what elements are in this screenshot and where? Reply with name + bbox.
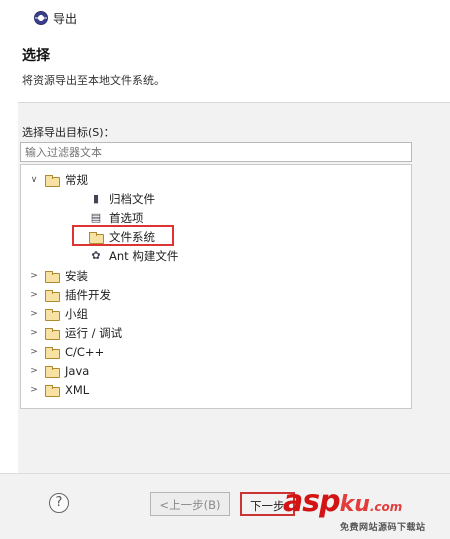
tree-item-label: 常规 <box>65 173 88 187</box>
tree-item-cpp[interactable]: > C/C++ <box>29 343 104 361</box>
chevron-right-icon[interactable]: > <box>29 347 39 357</box>
tree-item-plugin-dev[interactable]: > 插件开发 <box>29 286 111 304</box>
wizard-title: 选择 <box>22 48 50 64</box>
chevron-right-icon[interactable]: > <box>29 271 39 281</box>
folder-icon <box>45 385 60 397</box>
tree-item-ant[interactable]: ✿ Ant 构建文件 <box>89 247 178 265</box>
ant-icon: ✿ <box>91 249 101 262</box>
selection-highlight-box <box>72 225 174 246</box>
watermark-logo: aspku.com <box>283 484 402 519</box>
export-target-tree[interactable]: ∨ 常规 ▮ 归档文件 ▤ 首选项 文件系统 ✿ Ant 构建文件 > 安装 >… <box>20 164 412 409</box>
tree-item-java[interactable]: > Java <box>29 362 89 380</box>
eclipse-icon <box>34 11 48 25</box>
folder-icon <box>45 366 60 378</box>
tree-item-label: Ant 构建文件 <box>109 249 179 263</box>
tree-item-label: 安装 <box>65 269 88 283</box>
export-target-label: 选择导出目标(S)： <box>22 126 115 139</box>
tree-item-label: 运行 / 调试 <box>65 326 123 340</box>
chevron-right-icon[interactable]: > <box>29 366 39 376</box>
title-bar: 导出 <box>0 0 450 42</box>
folder-icon <box>45 290 60 302</box>
chevron-down-icon[interactable]: ∨ <box>29 175 39 185</box>
chevron-right-icon[interactable]: > <box>29 309 39 319</box>
tree-item-label: 插件开发 <box>65 288 111 302</box>
folder-icon <box>45 328 60 340</box>
tree-item-label: 小组 <box>65 307 88 321</box>
tree-item-xml[interactable]: > XML <box>29 381 89 399</box>
preferences-icon: ▤ <box>90 211 102 224</box>
folder-icon <box>45 175 60 187</box>
tree-item-install[interactable]: > 安装 <box>29 267 88 285</box>
tree-item-archive[interactable]: ▮ 归档文件 <box>89 190 155 208</box>
chevron-right-icon[interactable]: > <box>29 385 39 395</box>
window-title: 导出 <box>53 12 78 26</box>
help-icon[interactable]: ? <box>49 493 69 513</box>
chevron-right-icon[interactable]: > <box>29 290 39 300</box>
tree-item-label: 归档文件 <box>109 192 155 206</box>
watermark-tail: .com <box>369 500 403 514</box>
tree-item-run-debug[interactable]: > 运行 / 调试 <box>29 324 122 342</box>
wizard-description: 将资源导出至本地文件系统。 <box>22 74 165 87</box>
watermark-asp: asp <box>283 484 341 519</box>
watermark-subtitle: 免费网站源码下载站 <box>340 523 426 533</box>
back-button[interactable]: <上一步(B) <box>150 492 230 516</box>
chevron-right-icon[interactable]: > <box>29 328 39 338</box>
tree-item-team[interactable]: > 小组 <box>29 305 88 323</box>
watermark-ku: ku <box>339 492 370 517</box>
archive-icon: ▮ <box>92 192 100 205</box>
folder-icon <box>45 347 60 359</box>
tree-item-label: 首选项 <box>109 211 144 225</box>
folder-icon <box>45 309 60 321</box>
tree-item-label: C/C++ <box>65 345 105 359</box>
folder-icon <box>45 271 60 283</box>
tree-item-label: XML <box>65 383 90 397</box>
filter-input[interactable] <box>20 142 412 162</box>
tree-item-general[interactable]: ∨ 常规 <box>29 171 88 189</box>
tree-item-label: Java <box>65 364 90 378</box>
